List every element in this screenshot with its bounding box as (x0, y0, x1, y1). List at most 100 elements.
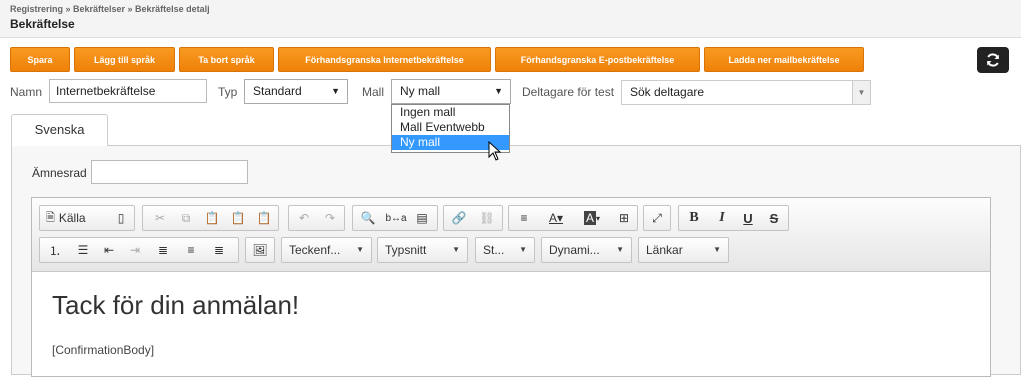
chevron-down-icon: ▼ (452, 245, 460, 254)
toolbar-group-maximize: ⤢ (643, 205, 671, 231)
template-select[interactable]: Ny mall ▼ (391, 79, 511, 104)
align-right-button[interactable]: ≣ (206, 238, 232, 262)
text-color-button[interactable]: A▾ (539, 206, 573, 230)
paste-button[interactable]: 📋 (199, 206, 225, 230)
source-icon: 🗎 (46, 211, 55, 224)
copy-button[interactable]: ⧉ (173, 206, 199, 230)
chevron-down-icon: ▼ (852, 81, 870, 104)
template-option[interactable]: Ingen mall (392, 105, 509, 120)
undo-button[interactable]: ↶ (291, 206, 317, 230)
underline-button[interactable]: U (735, 206, 761, 230)
increase-indent-button[interactable]: ⇥ (122, 238, 148, 262)
cut-button[interactable]: ✂ (147, 206, 173, 230)
align-center-button[interactable]: ≡ (178, 238, 204, 262)
toolbar-group-paragraph: ⒈ ☰ ⇤ ⇥ ≣ ≡ ≣ (39, 237, 239, 263)
strikethrough-button[interactable]: S (761, 206, 787, 230)
type-label: Typ (218, 85, 238, 99)
preview-internet-button[interactable]: Förhandsgranska Internetbekräftelse (278, 47, 491, 72)
links-combo[interactable]: Länkar ▼ (638, 237, 729, 263)
chevron-down-icon: ▼ (494, 86, 503, 96)
paste-word-button[interactable]: 📋 (251, 206, 277, 230)
align-right-icon: ≣ (213, 243, 225, 257)
dynamic-fields-combo-label: Dynami... (549, 243, 600, 257)
link-button[interactable]: 🔗 (446, 206, 472, 230)
undo-icon: ↶ (298, 211, 310, 225)
replace-button[interactable]: b↔a (383, 206, 409, 230)
redo-button[interactable]: ↷ (317, 206, 343, 230)
search-icon: 🔍 (360, 211, 376, 225)
italic-icon: I (719, 210, 725, 225)
test-participant-select[interactable]: Sök deltagare ▼ (621, 80, 871, 105)
breadcrumb[interactable]: Registrering » Bekräftelser » Bekräftels… (10, 4, 210, 14)
template-option[interactable]: Mall Eventwebb (392, 120, 509, 135)
style-combo-label: St... (483, 243, 505, 257)
strikethrough-icon: S (769, 210, 779, 226)
new-page-icon: ▯ (117, 211, 125, 225)
source-label: Källa (58, 211, 86, 225)
content-heading[interactable]: Tack för din anmälan! (52, 290, 299, 321)
font-size-combo[interactable]: Teckenf... ▼ (281, 237, 372, 263)
unlink-button[interactable]: ⛓ (474, 206, 500, 230)
chevron-down-icon: ▼ (616, 245, 624, 254)
refresh-button[interactable] (977, 47, 1009, 73)
horizontal-rule-icon: ≡ (520, 211, 528, 225)
background-color-icon: A (583, 211, 596, 225)
link-icon: 🔗 (451, 211, 467, 225)
background-color-button[interactable]: A ▾ (575, 206, 609, 230)
toolbar-group-format: ≡ A▾ A ▾ ⊞ (508, 205, 638, 231)
increase-indent-icon: ⇥ (129, 243, 141, 257)
new-page-button[interactable]: ▯ (108, 206, 134, 230)
preview-email-button[interactable]: Förhandsgranska E-postbekräftelse (495, 47, 700, 72)
paste-text-button[interactable]: 📋 (225, 206, 251, 230)
dynamic-fields-combo[interactable]: Dynami... ▼ (541, 237, 632, 263)
subject-input[interactable] (91, 160, 248, 184)
paste-word-icon: 📋 (256, 211, 272, 225)
maximize-button[interactable]: ⤢ (644, 206, 670, 230)
name-label: Namn (10, 85, 43, 99)
decrease-indent-button[interactable]: ⇤ (96, 238, 122, 262)
toolbar-group-links: 🔗 ⛓ (443, 205, 503, 231)
mouse-cursor-icon (488, 141, 502, 161)
type-select[interactable]: Standard ▼ (244, 79, 348, 104)
add-language-button[interactable]: Lägg till språk (74, 47, 175, 72)
image-button[interactable]: 🖼 (247, 238, 273, 262)
content-body[interactable]: [ConfirmationBody] (52, 343, 154, 357)
replace-icon: b↔a (385, 212, 407, 224)
source-button[interactable]: 🗎 Källa (42, 206, 104, 230)
text-color-icon: A▾ (548, 211, 564, 225)
chevron-down-icon: ▼ (713, 245, 721, 254)
page-header: Registrering » Bekräftelser » Bekräftels… (0, 0, 1021, 38)
subject-label: Ämnesrad (32, 166, 87, 180)
paste-icon: 📋 (204, 211, 220, 225)
save-button[interactable]: Spara (10, 47, 70, 72)
chevron-down-icon: ▼ (356, 245, 364, 254)
toolbar-group-find: 🔍 b↔a ▤ (352, 205, 438, 231)
name-input[interactable]: Internetbekräftelse (49, 79, 207, 103)
tab-svenska[interactable]: Svenska (11, 114, 108, 146)
horizontal-rule-button[interactable]: ≡ (511, 206, 537, 230)
select-all-button[interactable]: ▤ (409, 206, 435, 230)
cut-icon: ✂ (154, 211, 166, 225)
page-title: Bekräftelse (10, 17, 75, 31)
unlink-icon: ⛓ (479, 211, 495, 225)
style-combo[interactable]: St... ▼ (475, 237, 535, 263)
font-family-combo[interactable]: Typsnitt ▼ (377, 237, 468, 263)
decrease-indent-icon: ⇤ (103, 243, 115, 257)
find-button[interactable]: 🔍 (355, 206, 381, 230)
template-select-value: Ny mall (400, 84, 441, 98)
select-all-icon: ▤ (416, 211, 428, 225)
toolbar-group-image: 🖼 (245, 237, 275, 263)
test-participant-label: Deltagare för test (522, 85, 615, 99)
align-left-button[interactable]: ≣ (150, 238, 176, 262)
table-button[interactable]: ⊞ (611, 206, 637, 230)
remove-language-button[interactable]: Ta bort språk (179, 47, 274, 72)
bold-button[interactable]: B (681, 206, 707, 230)
italic-button[interactable]: I (709, 206, 735, 230)
numbered-list-button[interactable]: ⒈ (42, 238, 68, 262)
rich-text-editor: 🗎 Källa ▯ ✂ ⧉ 📋 📋 📋 ↶ ↷ 🔍 b↔a ▤ 🔗 ⛓ ≡ A▾… (31, 197, 991, 377)
font-size-combo-label: Teckenf... (289, 243, 341, 257)
links-combo-label: Länkar (646, 243, 683, 257)
bulleted-list-button[interactable]: ☰ (70, 238, 96, 262)
toolbar-group-style: B I U S (678, 205, 789, 231)
download-mail-button[interactable]: Ladda ner mailbekräftelse (704, 47, 864, 72)
